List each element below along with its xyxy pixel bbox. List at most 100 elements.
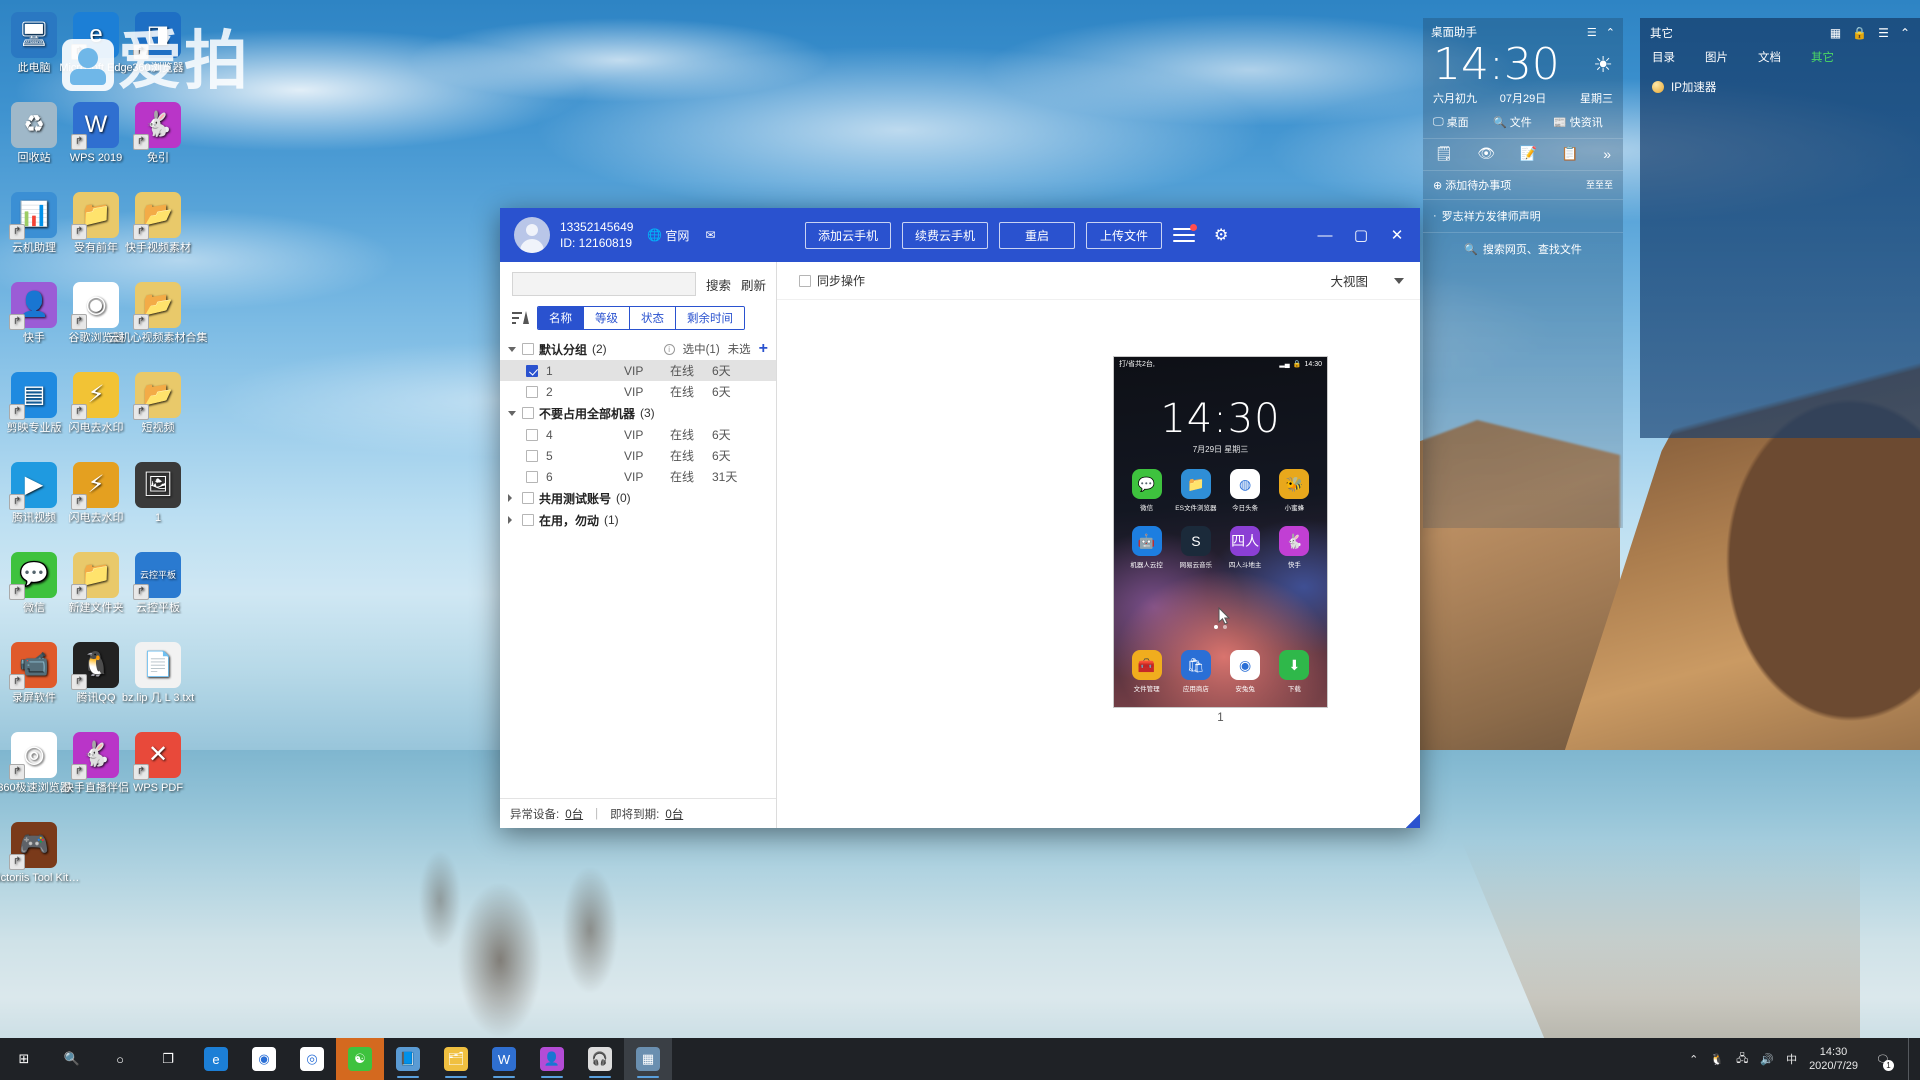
other-list-item[interactable]: IP加速器: [1652, 75, 1908, 99]
phone-page-dot[interactable]: [1214, 625, 1218, 629]
sync-operation-toggle[interactable]: 同步操作: [799, 272, 865, 289]
window-resize-grip[interactable]: [1406, 814, 1420, 828]
taskbar-cortana[interactable]: ○: [96, 1038, 144, 1080]
mail-button[interactable]: ✉: [705, 228, 715, 242]
phone-preview[interactable]: 打/省共2台, ▂▄ 🔒 14:30 14:30 7月29日 星期三 💬 微信 📁 E…: [1113, 356, 1328, 708]
phone-page-dot[interactable]: [1223, 625, 1227, 629]
other-tab-directory[interactable]: 目录: [1652, 49, 1675, 65]
desktop-icon[interactable]: 🖼 1: [108, 462, 208, 524]
tray-chevron-icon[interactable]: ⌃: [1689, 1053, 1698, 1066]
desktop-icon[interactable]: ◨ 360浏览器: [108, 12, 208, 74]
other-tab-images[interactable]: 图片: [1705, 49, 1728, 65]
desktop-icon[interactable]: 🐇 免引: [108, 102, 208, 164]
phone-dock-app[interactable]: 🧰 文件管理: [1122, 650, 1171, 693]
phone-app[interactable]: 四人 四人斗地主: [1221, 526, 1270, 569]
chevron-down-icon[interactable]: [508, 410, 516, 416]
device-row[interactable]: 5 VIP 在线 6天: [500, 445, 776, 466]
view-mode-select[interactable]: 大视图: [1330, 271, 1404, 290]
column-tab-remaining[interactable]: 剩余时间: [676, 307, 744, 329]
device-group[interactable]: 不要占用全部机器 (3): [500, 402, 776, 424]
close-button[interactable]: ✕: [1380, 220, 1414, 250]
collapse-icon[interactable]: ⌃: [1900, 26, 1910, 40]
desktop-icon[interactable]: 📂 云机心视频素材合集: [108, 282, 208, 344]
taskbar-search[interactable]: 🔍: [48, 1038, 96, 1080]
column-tab-name[interactable]: 名称: [538, 307, 584, 329]
search-input[interactable]: [512, 272, 696, 296]
expiring-devices-value[interactable]: 0台: [665, 806, 683, 822]
device-group[interactable]: 共用测试账号 (0): [500, 487, 776, 509]
taskbar-kuaishou[interactable]: 👤: [528, 1038, 576, 1080]
minimize-button[interactable]: —: [1308, 220, 1342, 250]
more-icon[interactable]: »: [1603, 146, 1611, 162]
other-tab-documents[interactable]: 文档: [1758, 49, 1781, 65]
desktop-icon[interactable]: 📄 bz.lip 几 L 3.txt: [108, 642, 208, 704]
taskbar-360-browser[interactable]: ◎: [288, 1038, 336, 1080]
restart-button[interactable]: 重启: [999, 221, 1076, 249]
ime-tray-icon[interactable]: 中: [1786, 1051, 1797, 1067]
group-checkbox[interactable]: [522, 407, 534, 419]
taskbar-task-view[interactable]: ❐: [144, 1038, 192, 1080]
phone-app[interactable]: 🤖 机器人云控: [1122, 526, 1171, 569]
desktop-icon[interactable]: 🎮 Viictoriis Tool Kit…: [0, 822, 84, 884]
desktop-icon[interactable]: 📂 快手视频素材: [108, 192, 208, 254]
group-checkbox[interactable]: [522, 343, 534, 355]
abnormal-devices-value[interactable]: 0台: [565, 806, 583, 822]
taskbar-cloud-phone-app[interactable]: ☯: [336, 1038, 384, 1080]
taskbar-file-explorer[interactable]: 🗂: [432, 1038, 480, 1080]
phone-dock-app[interactable]: ⬇ 下载: [1270, 650, 1319, 693]
window-title-bar[interactable]: 13352145649 ID: 12160819 🌐 官网 ✉ 添加云手机 续费…: [500, 208, 1420, 262]
chevron-right-icon[interactable]: [508, 516, 516, 524]
device-checkbox[interactable]: [526, 385, 538, 398]
network-tray-icon[interactable]: 🖧: [1736, 1050, 1748, 1069]
taskbar-clock[interactable]: 14:30 2020/7/29: [1809, 1045, 1858, 1073]
group-selected-label[interactable]: 选中(1): [683, 341, 720, 357]
device-row[interactable]: 4 VIP 在线 6天: [500, 424, 776, 445]
device-row[interactable]: 6 VIP 在线 31天: [500, 466, 776, 487]
menu-icon[interactable]: [1173, 224, 1198, 243]
desktop-assistant-widget[interactable]: 桌面助手 ☰ ⌃ 14:30 ☀ 六月初九 07月29日 星期三 🖵 桌面 🔍 文件 📰…: [1423, 18, 1623, 528]
volume-tray-icon[interactable]: 🔊: [1760, 1053, 1774, 1066]
other-tab-other[interactable]: 其它: [1811, 49, 1834, 65]
grid-icon[interactable]: ▦: [1830, 26, 1841, 40]
taskbar-chrome[interactable]: ◉: [240, 1038, 288, 1080]
device-row[interactable]: 2 VIP 在线 6天: [500, 381, 776, 402]
group-checkbox[interactable]: [522, 492, 534, 504]
group-checkbox[interactable]: [522, 514, 534, 526]
settings-gear-icon[interactable]: ⚙: [1214, 225, 1228, 245]
phone-app[interactable]: S 网易云音乐: [1171, 526, 1220, 569]
phone-app[interactable]: 🐝 小蜜蜂: [1270, 469, 1319, 512]
chevron-right-icon[interactable]: [508, 494, 516, 502]
group-unselected-label[interactable]: 未选: [728, 341, 751, 357]
device-group[interactable]: 默认分组 (2) i 选中(1) 未选 +: [500, 338, 776, 360]
assistant-todo-row[interactable]: ⊕ 添加待办事项 至至至: [1423, 170, 1623, 199]
edit-icon[interactable]: 📝: [1519, 145, 1536, 162]
phone-app[interactable]: 📁 ES文件浏览器: [1171, 469, 1220, 512]
official-site-link[interactable]: 🌐 官网: [647, 227, 689, 244]
taskbar-headphone-app[interactable]: 🎧: [576, 1038, 624, 1080]
taskbar-cloud-control-panel[interactable]: ▦: [624, 1038, 672, 1080]
note-icon[interactable]: 🗒: [1435, 145, 1453, 162]
refresh-button[interactable]: 刷新: [741, 275, 766, 294]
assistant-quick-files[interactable]: 🔍 文件: [1493, 114, 1553, 130]
cloud-phone-app-window[interactable]: 13352145649 ID: 12160819 🌐 官网 ✉ 添加云手机 续费…: [500, 208, 1420, 828]
show-desktop-button[interactable]: [1908, 1038, 1914, 1080]
taskbar-wps[interactable]: W: [480, 1038, 528, 1080]
assistant-search-box[interactable]: 🔍 搜索网页、查找文件: [1423, 232, 1623, 265]
eye-icon[interactable]: 👁: [1477, 145, 1495, 162]
upload-file-button[interactable]: 上传文件: [1086, 221, 1163, 249]
phone-dock-app[interactable]: ◉ 安兔兔: [1221, 650, 1270, 693]
taskbar[interactable]: ⊞ 🔍 ○ ❐ e ◉ ◎ ☯ 📘 🗂 W 👤 🎧 ▦ ⌃ 🐧 🖧 🔊 中 14:30 2020/7/29…: [0, 1038, 1920, 1080]
sort-icon[interactable]: [512, 311, 529, 325]
device-checkbox[interactable]: [526, 470, 538, 483]
assistant-news-item[interactable]: · 罗志祥方发律师声明: [1423, 199, 1623, 232]
assistant-collapse-icon[interactable]: ⌃: [1606, 26, 1615, 39]
qq-tray-icon[interactable]: 🐧: [1710, 1053, 1724, 1066]
device-row[interactable]: 1 VIP 在线 6天: [500, 360, 776, 381]
phone-app[interactable]: 🐇 快手: [1270, 526, 1319, 569]
add-group-icon[interactable]: +: [759, 341, 768, 357]
device-checkbox[interactable]: [526, 428, 538, 441]
desktop-icon[interactable]: 云控平板云控平板: [108, 552, 208, 614]
taskbar-book-app[interactable]: 📘: [384, 1038, 432, 1080]
column-tab-level[interactable]: 等级: [584, 307, 630, 329]
device-checkbox[interactable]: [526, 364, 538, 377]
